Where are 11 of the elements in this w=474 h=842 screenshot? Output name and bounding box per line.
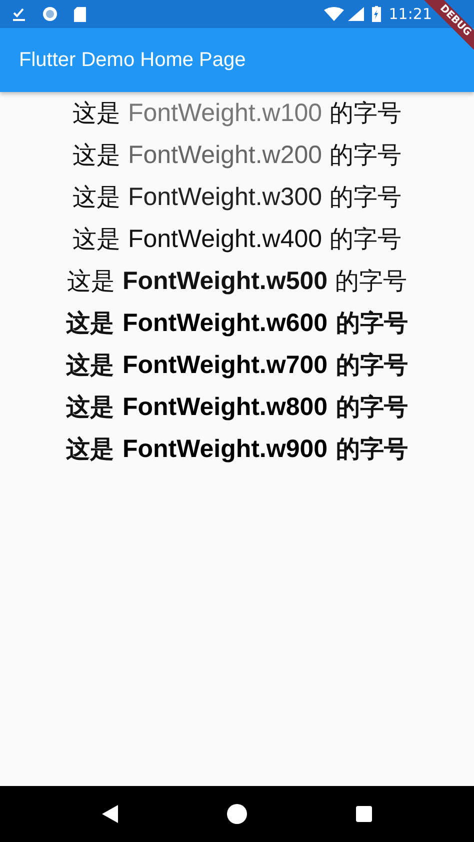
- app-bar-title: Flutter Demo Home Page: [19, 48, 246, 73]
- text-line: 这是 FontWeight.w900 的字号: [66, 434, 408, 465]
- status-time: 11:21: [388, 4, 432, 25]
- text-line: 这是 FontWeight.w100 的字号: [72, 98, 402, 129]
- text-line: 这是 FontWeight.w300 的字号: [72, 182, 402, 213]
- text-line: 这是 FontWeight.w800 的字号: [66, 392, 408, 423]
- text-line: 这是 FontWeight.w500 的字号: [66, 266, 408, 297]
- text-line: 这是 FontWeight.w200 的字号: [72, 140, 402, 171]
- text-line: 这是 FontWeight.w700 的字号: [66, 350, 408, 381]
- text-line: 这是 FontWeight.w400 的字号: [72, 224, 402, 255]
- text-line: 这是 FontWeight.w600 的字号: [66, 308, 408, 339]
